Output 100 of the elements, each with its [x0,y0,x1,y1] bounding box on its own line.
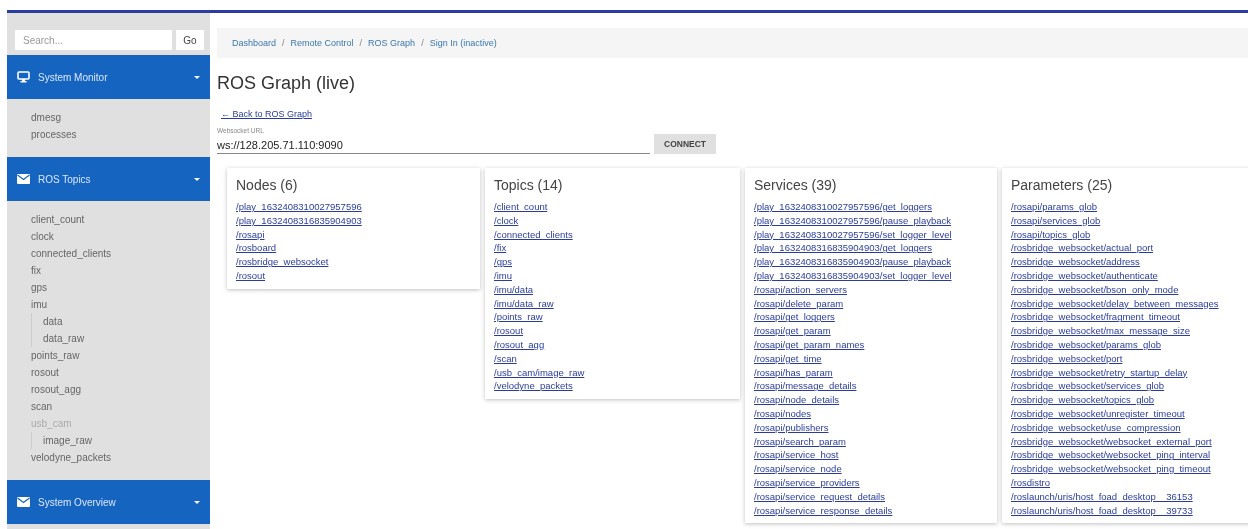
list-link[interactable]: /rosout [236,269,266,283]
list-link[interactable]: /rosapi/action_servers [754,282,847,297]
list-link[interactable]: /play_1632408310027957596/pause_playback [754,213,952,228]
list-link[interactable]: /rosout [494,324,524,338]
list-link[interactable]: /clock [494,213,519,228]
url-field[interactable]: ws://128.205.71.110:9090 [217,137,650,154]
sidebar-item[interactable]: rosout_agg [31,381,82,398]
list-link[interactable]: /rosbridge_websocket/websocket_ping_interval [1011,448,1211,463]
sidebar-item[interactable]: imu [31,296,48,313]
list-link[interactable]: /rosbridge_websocket [236,255,329,269]
list-link[interactable]: /connected_clients [494,227,573,242]
breadcrumb-link[interactable]: ROS Graph [368,38,416,48]
caret-icon [194,177,200,181]
list-link[interactable]: /rosapi/node_details [754,393,840,407]
list-link[interactable]: /rosapi/publishers [754,420,829,435]
list-link[interactable]: /rosbridge_websocket/websocket_external_port [1011,434,1212,449]
section-header[interactable]: System Monitor [7,55,210,99]
list-link[interactable]: /imu/data_raw [494,296,554,311]
list-link[interactable]: /rosbridge_websocket/topics_glob [1011,393,1155,407]
list-link[interactable]: /play_1632408316835904903/get_loggers [754,241,933,256]
list-link[interactable]: /fix [494,241,507,256]
back-link[interactable]: ← Back to ROS Graph [221,109,313,119]
list-link[interactable]: /rosapi/service_node [754,462,842,476]
list-link[interactable]: /rosapi/service_host [754,448,839,463]
list-link[interactable]: /rosapi/service_response_details [754,503,893,518]
list-link[interactable]: /rosboard [236,241,277,256]
list-link[interactable]: /scan [494,351,517,366]
list-link[interactable]: /usb_cam/image_raw [494,365,585,380]
section-title: System Overview [38,496,117,508]
list-link[interactable]: /rosbridge_websocket/delay_between_messages [1011,296,1219,311]
list-link[interactable]: /play_1632408310027957596 [236,200,362,214]
list-link[interactable]: /rosapi/get_param [754,324,831,338]
list-link[interactable]: /rosapi/has_param [754,365,833,380]
list-link[interactable]: /play_1632408316835904903 [236,213,362,228]
sidebar-item[interactable]: velodyne_packets [31,449,112,466]
list-link[interactable]: /velodyne_packets [494,379,573,394]
section-header[interactable]: ROS Topics [7,157,210,201]
sidebar-item[interactable]: data_raw [43,330,85,347]
sidebar-item[interactable]: dmesg [31,109,61,126]
sidebar-item[interactable]: clock [31,228,54,245]
go-button[interactable]: Go [176,30,204,50]
sidebar-item[interactable]: client_count [31,211,85,228]
section-title: System Monitor [38,71,109,83]
list-link[interactable]: /rosapi/get_param_names [754,337,865,352]
list-link[interactable]: /rosapi/nodes [754,406,812,421]
connect-button[interactable]: CONNECT [654,134,717,154]
sidebar-item[interactable]: rosout [31,364,59,381]
list-link[interactable]: /rosapi/search_param [754,434,846,449]
breadcrumb-link[interactable]: Sign In (inactive) [429,38,497,48]
list-link[interactable]: /play_1632408316835904903/pause_playback [754,255,952,269]
section-header[interactable]: System Overview [7,480,210,524]
list-link[interactable]: /rosbridge_websocket/services_glob [1011,379,1165,394]
envelope-icon [17,497,30,507]
sidebar-item[interactable]: processes [31,126,77,143]
list-link[interactable]: /rosbridge_websocket/actual_port [1011,241,1154,256]
sidebar-item[interactable]: scan [31,398,53,415]
sidebar-item[interactable]: fix [31,262,41,279]
list-link[interactable]: /roslaunch/uris/host_foad_desktop__39733 [1011,503,1193,518]
list-link[interactable]: /rosapi/service_request_details [754,489,885,504]
list-link[interactable]: /gps [494,255,512,269]
list-link[interactable]: /imu/data [494,282,534,297]
list-link[interactable]: /play_1632408316835904903/set_logger_level [754,269,952,283]
monitor-icon [17,71,30,83]
list-link[interactable]: /rosbridge_websocket/address [1011,255,1140,269]
list-link[interactable]: /client_count [494,200,548,214]
search-field[interactable]: Search... [15,30,172,50]
list-link[interactable]: /rosbridge_websocket/bson_only_mode [1011,282,1179,297]
list-link[interactable]: /rosapi/params_glob [1011,200,1098,214]
caret-icon [194,500,200,504]
list-link[interactable]: /rosapi/get_time [754,351,822,366]
list-link[interactable]: /rosbridge_websocket/use_compression [1011,420,1181,435]
list-link[interactable]: /rosapi [236,227,265,242]
list-link[interactable]: /rosapi/message_details [754,379,857,394]
sidebar-item[interactable]: connected_clients [31,245,112,262]
list-link[interactable]: /rosdistro [1011,475,1051,490]
list-link[interactable]: /rosout_agg [494,337,545,352]
list-link[interactable]: /rosapi/get_loggers [754,310,835,325]
list-link[interactable]: /play_1632408310027957596/get_loggers [754,200,933,214]
sidebar-item[interactable]: gps [31,279,48,296]
list-link[interactable]: /rosbridge_websocket/retry_startup_delay [1011,365,1188,380]
list-link[interactable]: /rosapi/service_providers [754,475,860,490]
breadcrumb-link[interactable]: Dashboard [232,38,277,48]
list-link[interactable]: /rosbridge_websocket/max_message_size [1011,324,1190,338]
sidebar-item[interactable]: data [43,313,63,330]
list-link[interactable]: /rosbridge_websocket/websocket_ping_timeout [1011,462,1211,476]
list-link[interactable]: /rosapi/topics_glob [1011,227,1091,242]
list-link[interactable]: /rosbridge_websocket/authenticate [1011,269,1158,283]
list-link[interactable]: /rosbridge_websocket/unregister_timeout [1011,406,1185,421]
list-link[interactable]: /rosapi/services_glob [1011,213,1101,228]
breadcrumb-link[interactable]: Remote Control [290,38,354,48]
section-title: ROS Topics [38,173,92,185]
list-link[interactable]: /roslaunch/uris/host_foad_desktop__36153 [1011,489,1193,504]
list-link[interactable]: /imu [494,269,512,283]
list-link[interactable]: /rosbridge_websocket/fragment_timeout [1011,310,1180,325]
list-link[interactable]: /rosbridge_websocket/port [1011,351,1123,366]
list-link[interactable]: /rosbridge_websocket/params_glob [1011,337,1161,352]
list-link[interactable]: /points_raw [494,310,543,325]
list-link[interactable]: /rosapi/delete_param [754,296,844,311]
list-link[interactable]: /play_1632408310027957596/set_logger_level [754,227,952,242]
sidebar-item[interactable]: points_raw [31,347,80,364]
